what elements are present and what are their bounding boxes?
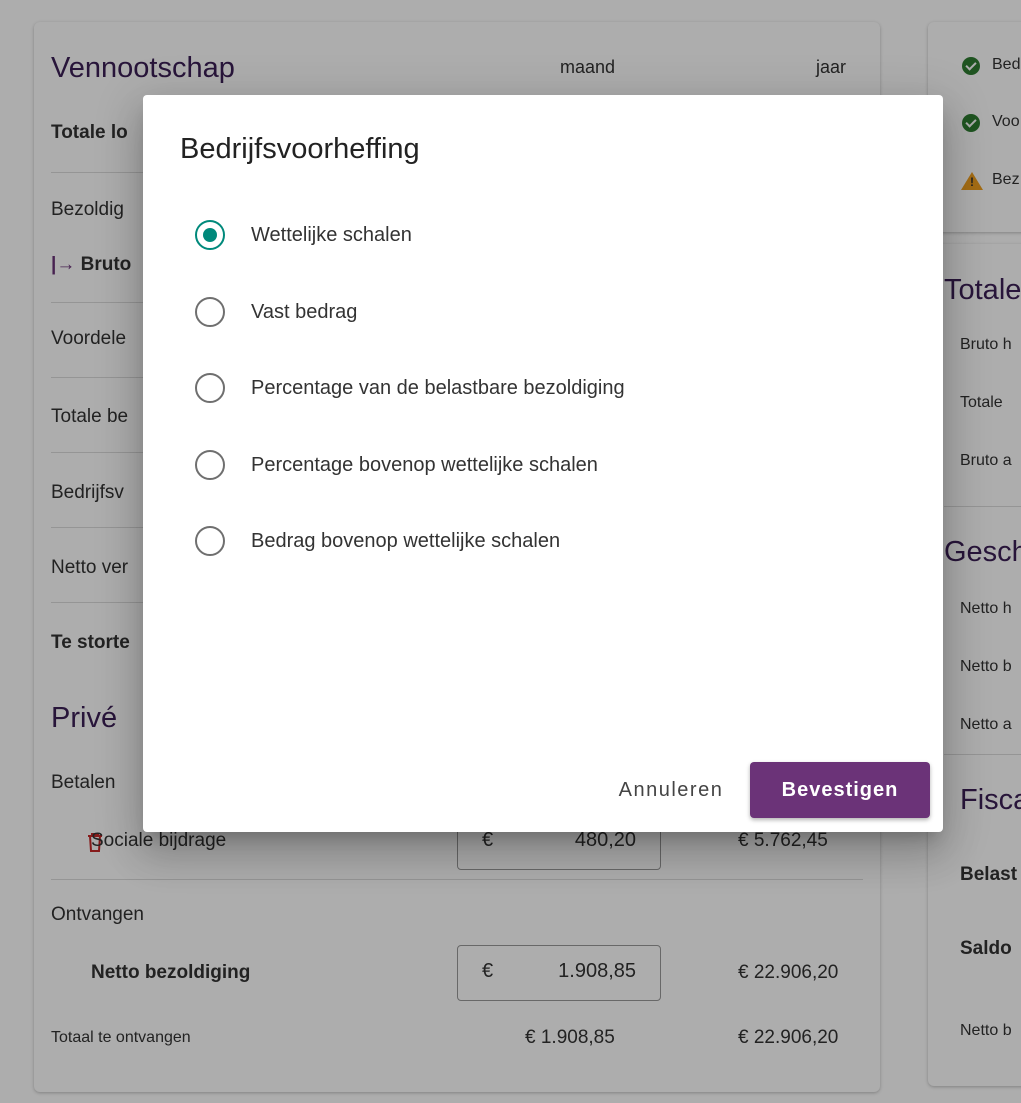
radio-option-label: Percentage van de belastbare bezoldiging	[251, 376, 625, 399]
radio-option-percentage-belastbare[interactable]: Percentage van de belastbare bezoldiging	[195, 371, 625, 405]
radio-option-vast-bedrag[interactable]: Vast bedrag	[195, 295, 357, 329]
radio-unchecked-icon[interactable]	[195, 450, 225, 480]
radio-unchecked-icon[interactable]	[195, 526, 225, 556]
bedrijfsvoorheffing-dialog: Bedrijfsvoorheffing Wettelijke schalen V…	[143, 95, 943, 832]
cancel-button[interactable]: Annuleren	[591, 762, 751, 818]
dialog-title: Bedrijfsvoorheffing	[180, 133, 420, 165]
radio-unchecked-icon[interactable]	[195, 297, 225, 327]
radio-option-label: Percentage bovenop wettelijke schalen	[251, 453, 598, 476]
radio-option-label: Wettelijke schalen	[251, 223, 412, 246]
radio-unchecked-icon[interactable]	[195, 373, 225, 403]
radio-option-label: Vast bedrag	[251, 300, 358, 323]
confirm-button[interactable]: Bevestigen	[750, 762, 930, 818]
radio-option-label: Bedrag bovenop wettelijke schalen	[251, 529, 561, 552]
radio-checked-icon[interactable]	[195, 220, 225, 250]
page: Vennootschap maand jaar Totale lo Bezold…	[0, 0, 1021, 1103]
radio-option-bedrag-bovenop[interactable]: Bedrag bovenop wettelijke schalen	[195, 524, 560, 558]
radio-option-wettelijke-schalen[interactable]: Wettelijke schalen	[195, 218, 412, 252]
radio-option-percentage-bovenop[interactable]: Percentage bovenop wettelijke schalen	[195, 448, 598, 482]
